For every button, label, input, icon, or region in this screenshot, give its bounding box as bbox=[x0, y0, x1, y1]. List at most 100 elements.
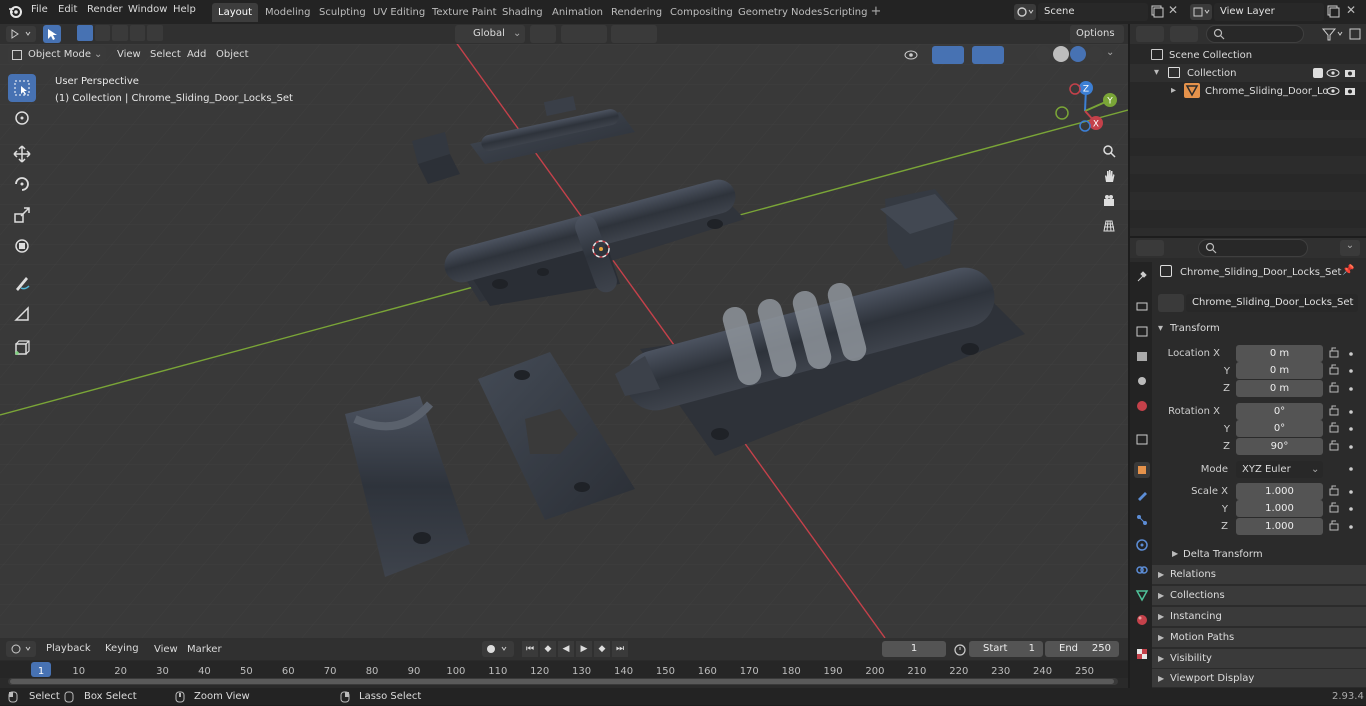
editor-type-icon[interactable] bbox=[6, 26, 36, 42]
scene-tab-icon[interactable] bbox=[1134, 373, 1150, 389]
wireframe-shading-icon[interactable] bbox=[1036, 46, 1052, 62]
viewport-menu-add[interactable]: Add bbox=[187, 49, 206, 60]
timeline-menu-view[interactable]: View bbox=[154, 644, 178, 655]
pivot-point-icon[interactable] bbox=[530, 25, 556, 43]
select-intersect-icon[interactable] bbox=[147, 25, 163, 41]
display-mode-icon[interactable] bbox=[1170, 26, 1198, 42]
shading-mode-buttons[interactable] bbox=[1036, 46, 1106, 64]
select-subtract-icon[interactable] bbox=[112, 25, 128, 41]
location-z-field[interactable]: 0 m bbox=[1236, 380, 1323, 397]
jump-end-icon[interactable]: ⏭ bbox=[612, 641, 628, 657]
outliner-row-collection[interactable]: ▾ Collection bbox=[1130, 64, 1366, 82]
camera-view-icon[interactable] bbox=[1098, 190, 1120, 212]
properties-options-chevron-icon[interactable]: ⌄ bbox=[1340, 240, 1360, 256]
tool-move[interactable] bbox=[8, 140, 36, 168]
overlay-toggle-icon[interactable] bbox=[972, 46, 1004, 64]
scale-z-field[interactable]: 1.000 bbox=[1236, 518, 1323, 535]
tab-compositing[interactable]: Compositing bbox=[664, 3, 739, 22]
blender-logo-icon[interactable] bbox=[8, 4, 22, 18]
panel-motion-paths[interactable]: ▶ Motion Paths bbox=[1152, 628, 1366, 648]
scene-selector-icon[interactable] bbox=[1014, 4, 1036, 20]
tab-rendering[interactable]: Rendering bbox=[605, 3, 668, 22]
outliner-row-scene-collection[interactable]: Scene Collection bbox=[1130, 46, 1366, 64]
constraints-tab-icon[interactable] bbox=[1134, 562, 1150, 578]
visibility-eye-icon[interactable] bbox=[1326, 67, 1340, 82]
timeline-editor-type-icon[interactable] bbox=[6, 641, 36, 657]
particles-tab-icon[interactable] bbox=[1134, 512, 1150, 528]
scene-name-field[interactable]: Scene bbox=[1038, 3, 1148, 21]
timeline-scrollbar[interactable] bbox=[8, 678, 1118, 685]
play-reverse-icon[interactable]: ◀ bbox=[558, 641, 574, 657]
select-new-icon[interactable] bbox=[77, 25, 93, 41]
3d-viewport[interactable]: Object Mode ⌄ View Select Add Object ⌄ U… bbox=[0, 44, 1128, 638]
start-frame-field[interactable]: Start 1 bbox=[969, 641, 1043, 657]
options-dropdown[interactable]: Options ⌄ bbox=[1070, 25, 1124, 57]
navigation-gizmo[interactable]: Z Y X bbox=[1052, 78, 1118, 144]
select-tool-icon[interactable] bbox=[43, 25, 61, 43]
rotation-mode-dropdown[interactable]: XYZ Euler ⌄ bbox=[1236, 461, 1323, 478]
material-tab-icon[interactable] bbox=[1134, 612, 1150, 628]
outliner-row-object[interactable]: ▸ Chrome_Sliding_Door_Lo bbox=[1130, 82, 1366, 100]
tab-uv-editing[interactable]: UV Editing bbox=[367, 3, 431, 22]
new-view-layer-icon[interactable] bbox=[1326, 4, 1340, 18]
new-scene-icon[interactable] bbox=[1150, 4, 1164, 18]
material-shading-icon[interactable] bbox=[1070, 46, 1086, 62]
object-tab-icon[interactable] bbox=[1134, 462, 1150, 478]
end-frame-field[interactable]: End 250 bbox=[1045, 641, 1119, 657]
render-tab-icon[interactable] bbox=[1134, 298, 1150, 314]
object-mode-dropdown[interactable]: Object Mode ⌄ bbox=[8, 46, 106, 64]
tab-sculpting[interactable]: Sculpting bbox=[313, 3, 372, 22]
panel-relations[interactable]: ▶ Relations bbox=[1152, 565, 1366, 585]
tool-add-cube[interactable] bbox=[8, 334, 36, 362]
tab-shading[interactable]: Shading bbox=[496, 3, 549, 22]
new-collection-icon[interactable] bbox=[1348, 26, 1362, 42]
auto-keying-record-icon[interactable] bbox=[482, 641, 514, 657]
visibility-filter-icon[interactable] bbox=[902, 46, 928, 64]
properties-search-input[interactable] bbox=[1198, 239, 1308, 257]
tool-rotate[interactable] bbox=[8, 170, 36, 198]
select-extend-icon[interactable] bbox=[94, 25, 111, 41]
zoom-icon[interactable] bbox=[1098, 140, 1120, 162]
texture-tab-icon[interactable] bbox=[1134, 646, 1150, 662]
rotation-x-field[interactable]: 0° bbox=[1236, 403, 1323, 420]
prev-keyframe-icon[interactable]: ◆ bbox=[540, 641, 556, 657]
view-layer-field[interactable]: View Layer bbox=[1214, 3, 1324, 21]
shading-options-chevron-icon[interactable]: ⌄ bbox=[1106, 47, 1114, 58]
stopwatch-icon[interactable] bbox=[953, 642, 967, 659]
scale-x-field[interactable]: 1.000 bbox=[1236, 483, 1323, 500]
menu-window[interactable]: Window bbox=[128, 4, 167, 15]
next-keyframe-icon[interactable]: ◆ bbox=[594, 641, 610, 657]
filter-icon[interactable] bbox=[1320, 26, 1346, 42]
solid-shading-icon[interactable] bbox=[1053, 46, 1069, 62]
modifier-tab-icon[interactable] bbox=[1134, 487, 1150, 503]
jump-start-icon[interactable]: ⏮ bbox=[522, 641, 538, 657]
output-tab-icon[interactable] bbox=[1134, 323, 1150, 339]
perspective-toggle-icon[interactable] bbox=[1098, 215, 1120, 237]
viewport-menu-view[interactable]: View bbox=[117, 49, 141, 60]
select-mode-buttons[interactable] bbox=[77, 25, 163, 43]
exclude-checkbox[interactable] bbox=[1313, 68, 1323, 78]
menu-file[interactable]: File bbox=[31, 4, 48, 15]
timeline-menu-marker[interactable]: Marker bbox=[187, 644, 222, 655]
tool-transform[interactable] bbox=[8, 232, 36, 260]
tool-settings-tab-icon[interactable] bbox=[1134, 268, 1150, 284]
playback-menu[interactable]: Playback bbox=[40, 641, 96, 657]
render-camera-icon[interactable] bbox=[1344, 67, 1356, 82]
scale-y-field[interactable]: 1.000 bbox=[1236, 500, 1323, 517]
panel-instancing[interactable]: ▶ Instancing bbox=[1152, 607, 1366, 627]
tab-modeling[interactable]: Modeling bbox=[259, 3, 317, 22]
view-layer-tab-icon[interactable] bbox=[1134, 348, 1150, 364]
viewport-menu-object[interactable]: Object bbox=[216, 49, 249, 60]
menu-help[interactable]: Help bbox=[173, 4, 196, 15]
expand-chevron-icon[interactable]: ▸ bbox=[1171, 85, 1176, 96]
keying-menu[interactable]: Keying bbox=[99, 641, 147, 657]
pin-icon[interactable]: 📌 bbox=[1342, 265, 1354, 276]
add-workspace-button[interactable]: + bbox=[869, 5, 883, 19]
menu-render[interactable]: Render bbox=[87, 4, 123, 15]
pan-hand-icon[interactable] bbox=[1098, 165, 1120, 187]
object-datablock-icon[interactable] bbox=[1158, 294, 1184, 312]
render-camera-icon[interactable] bbox=[1344, 85, 1356, 100]
tool-select-box[interactable] bbox=[8, 74, 36, 102]
proportional-edit-icon[interactable] bbox=[611, 25, 657, 43]
object-name-field[interactable]: Chrome_Sliding_Door_Locks_Set bbox=[1186, 294, 1358, 312]
